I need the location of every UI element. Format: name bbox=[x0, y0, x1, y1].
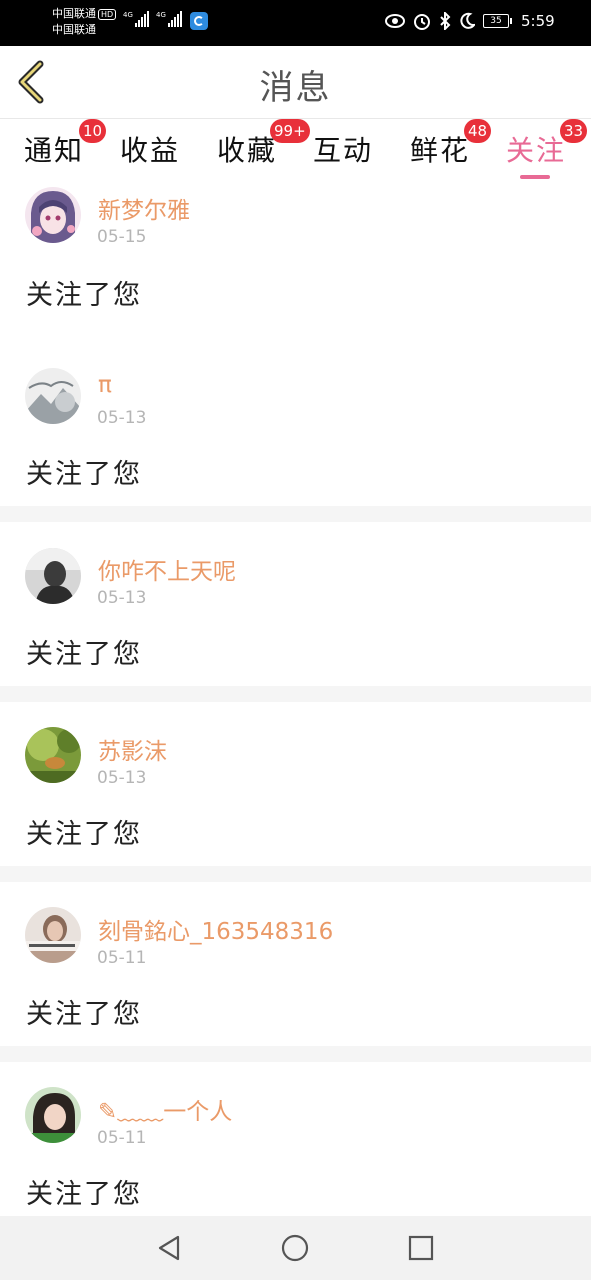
signal-icon: 4G bbox=[123, 11, 149, 27]
carrier-name-1: 中国联通 bbox=[52, 7, 96, 20]
message-date: 05-13 bbox=[97, 408, 147, 428]
tab-favorites[interactable]: 收藏 99+ bbox=[217, 119, 310, 169]
network-type-2: 4G bbox=[156, 11, 166, 19]
message-text: 关注了您 bbox=[26, 280, 142, 311]
message-text: 关注了您 bbox=[26, 639, 142, 670]
battery-icon: 35 bbox=[483, 14, 512, 28]
bluetooth-icon bbox=[440, 12, 451, 30]
network-type-1: 4G bbox=[123, 11, 133, 19]
user-name[interactable]: 刻骨銘心_163548316 bbox=[98, 912, 333, 946]
header-bar: 消息 bbox=[0, 46, 591, 119]
carrier-name-2: 中国联通 bbox=[52, 23, 96, 36]
app-notification-icon bbox=[190, 12, 208, 30]
moon-icon bbox=[460, 12, 475, 29]
message-text: 关注了您 bbox=[26, 1179, 142, 1210]
system-icons: 35 5:59 bbox=[385, 12, 555, 30]
unread-badge: 33 bbox=[560, 119, 588, 143]
clock-time: 5:59 bbox=[521, 12, 555, 30]
hd-badge: HD bbox=[98, 8, 117, 20]
list-item[interactable]: 你咋不上天呢 05-13 关注了您 bbox=[0, 522, 591, 686]
circle-home-icon[interactable] bbox=[281, 1234, 309, 1262]
message-date: 05-11 bbox=[97, 1128, 147, 1148]
page-title: 消息 bbox=[259, 68, 332, 108]
tab-notifications[interactable]: 通知 10 bbox=[24, 119, 107, 169]
message-date: 05-13 bbox=[97, 588, 147, 608]
tab-follows[interactable]: 关注 33 bbox=[506, 119, 588, 179]
tab-label: 通知 bbox=[24, 134, 85, 167]
user-name[interactable]: 新梦尔雅 bbox=[98, 191, 190, 225]
avatar[interactable] bbox=[25, 1087, 81, 1143]
user-name[interactable]: ✎﹏﹏一个人 bbox=[98, 1092, 232, 1126]
signal-icon: 4G bbox=[156, 11, 182, 27]
tab-label: 鲜花 bbox=[410, 134, 471, 167]
tab-bar: 通知 10 收益 收藏 99+ 互动 鲜花 48 关注 33 bbox=[0, 119, 591, 181]
system-nav-bar bbox=[0, 1216, 591, 1280]
avatar[interactable] bbox=[25, 907, 81, 963]
tab-label: 收藏 bbox=[217, 134, 278, 167]
tab-interactions[interactable]: 互动 bbox=[313, 129, 373, 169]
message-date: 05-15 bbox=[97, 227, 147, 247]
list-item[interactable]: 新梦尔雅 05-15 关注了您 bbox=[0, 181, 591, 345]
list-item[interactable]: 苏影沫 05-13 关注了您 bbox=[0, 702, 591, 866]
carrier-info: 中国联通 HD 中国联通 bbox=[52, 6, 117, 38]
user-name[interactable]: 苏影沫 bbox=[98, 732, 167, 766]
active-tab-indicator bbox=[520, 175, 550, 179]
triangle-back-icon[interactable] bbox=[156, 1234, 182, 1262]
square-recent-icon[interactable] bbox=[408, 1234, 434, 1262]
list-item[interactable]: π 05-13 关注了您 bbox=[0, 342, 591, 506]
avatar[interactable] bbox=[25, 368, 81, 424]
avatar[interactable] bbox=[25, 548, 81, 604]
tab-label: 互动 bbox=[313, 134, 374, 167]
unread-badge: 48 bbox=[464, 119, 492, 143]
status-bar: 中国联通 HD 中国联通 4G 4G 35 5:59 bbox=[0, 0, 591, 46]
message-text: 关注了您 bbox=[26, 999, 142, 1030]
tab-label: 关注 bbox=[506, 134, 567, 167]
message-text: 关注了您 bbox=[26, 459, 142, 490]
unread-badge: 10 bbox=[79, 119, 107, 143]
message-date: 05-11 bbox=[97, 948, 147, 968]
tab-flowers[interactable]: 鲜花 48 bbox=[410, 119, 492, 169]
alarm-icon bbox=[414, 14, 430, 30]
list-item[interactable]: 刻骨銘心_163548316 05-11 关注了您 bbox=[0, 882, 591, 1046]
list-item[interactable]: ✎﹏﹏一个人 05-11 关注了您 bbox=[0, 1062, 591, 1216]
tab-earnings[interactable]: 收益 bbox=[120, 129, 180, 169]
tab-label: 收益 bbox=[120, 134, 181, 167]
message-date: 05-13 bbox=[97, 768, 147, 788]
eye-icon bbox=[385, 14, 405, 28]
message-text: 关注了您 bbox=[26, 819, 142, 850]
unread-badge: 99+ bbox=[270, 119, 310, 143]
user-name[interactable]: π bbox=[98, 372, 112, 398]
user-name[interactable]: 你咋不上天呢 bbox=[98, 552, 236, 586]
avatar[interactable] bbox=[25, 727, 81, 783]
avatar[interactable] bbox=[25, 187, 81, 243]
